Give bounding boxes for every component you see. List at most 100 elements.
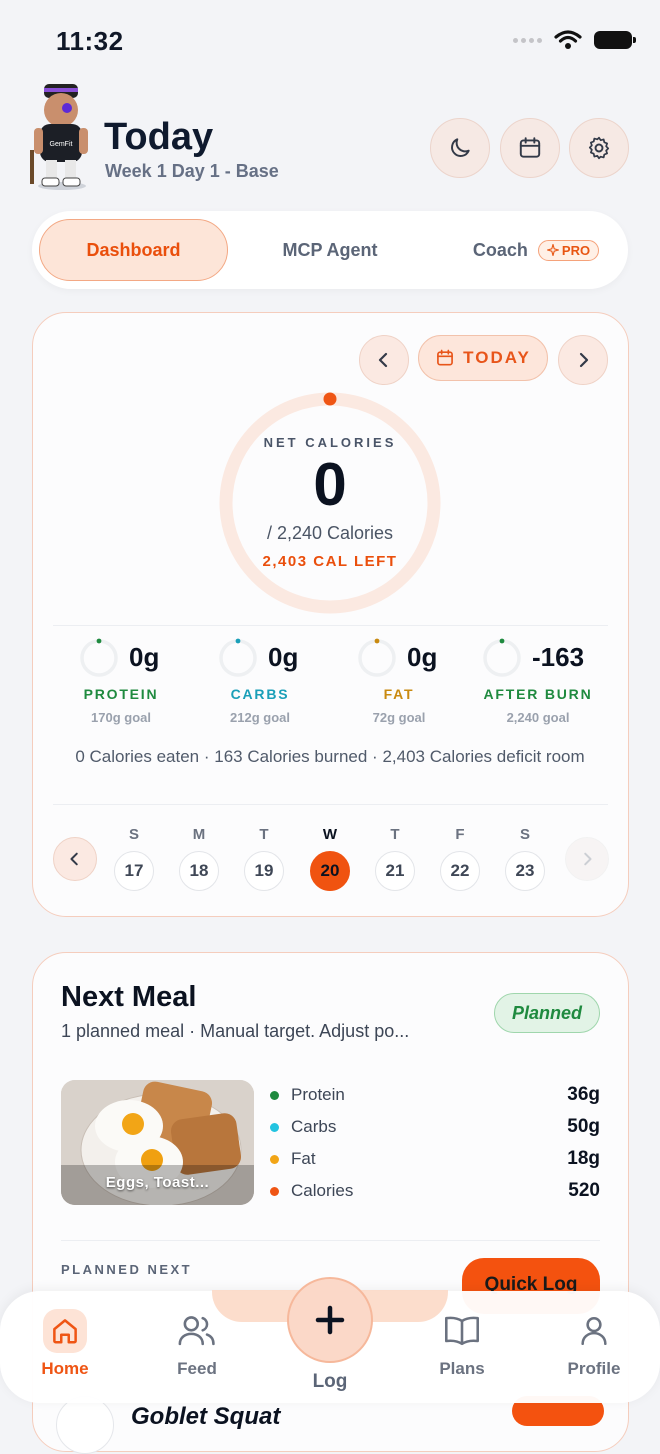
- fat-ring: [358, 638, 396, 677]
- nav-plans[interactable]: Plans: [412, 1309, 512, 1379]
- divider: [53, 804, 608, 805]
- chevron-right-icon: [579, 352, 589, 368]
- today-label: TODAY: [463, 348, 531, 367]
- nutrient-calories: Calories 520: [270, 1177, 600, 1205]
- protein-ring: [80, 638, 118, 677]
- day-number: 20: [310, 851, 350, 891]
- macro-value: 0g: [129, 642, 160, 672]
- divider: [61, 1240, 600, 1241]
- theme-toggle-button[interactable]: [430, 118, 490, 178]
- meal-status-badge: Planned: [494, 993, 600, 1033]
- nutrient-label: Calories: [291, 1181, 354, 1200]
- macro-name: FAT: [383, 686, 415, 702]
- divider: [53, 625, 608, 626]
- tab-mcp-agent[interactable]: MCP Agent: [260, 219, 400, 281]
- chevron-left-icon: [378, 352, 388, 368]
- tab-dashboard[interactable]: Dashboard: [39, 219, 228, 281]
- nav-home[interactable]: Home: [15, 1309, 115, 1379]
- nutrient-protein: Protein 36g: [270, 1081, 600, 1109]
- today-button[interactable]: TODAY: [418, 335, 548, 381]
- tab-dashboard-label: Dashboard: [86, 239, 181, 260]
- day-number: 22: [440, 851, 480, 891]
- after-burn-ring: [483, 638, 521, 677]
- mascot-avatar[interactable]: GemFit: [22, 80, 100, 192]
- calendar-button[interactable]: [500, 118, 560, 178]
- nav-profile[interactable]: Profile: [544, 1309, 644, 1379]
- nav-log-label: Log: [312, 1371, 348, 1392]
- meal-image[interactable]: Eggs, Toast...: [61, 1080, 254, 1205]
- day-friday[interactable]: F 22: [440, 826, 480, 891]
- user-icon: [581, 1316, 607, 1346]
- macro-name: CARBS: [230, 686, 290, 702]
- sparkle-icon: [546, 244, 559, 256]
- macro-name: PROTEIN: [83, 686, 159, 702]
- dumbbell-icon: [56, 1396, 114, 1454]
- battery-icon: [594, 31, 636, 49]
- day-letter: F: [455, 826, 465, 843]
- users-icon: [178, 1316, 215, 1346]
- nutrient-label: Carbs: [291, 1117, 337, 1136]
- day-saturday[interactable]: S 23: [505, 826, 545, 891]
- calendar-icon: [437, 349, 454, 366]
- page-subtitle: Week 1 Day 1 - Base: [105, 161, 279, 181]
- next-day-button[interactable]: [558, 335, 608, 385]
- plus-icon: [315, 1305, 345, 1335]
- planned-next-label: PLANNED NEXT: [61, 1262, 193, 1277]
- macro-name: AFTER BURN: [483, 686, 593, 702]
- protein-dot: [270, 1090, 279, 1100]
- day-number: 17: [114, 851, 154, 891]
- cellular-signal-icon: [513, 37, 542, 43]
- net-calories-label: NET CALORIES: [263, 435, 397, 450]
- day-tuesday[interactable]: T 19: [244, 826, 284, 891]
- meal-image-label: Eggs, Toast...: [105, 1174, 210, 1191]
- day-letter: T: [259, 826, 269, 843]
- ring-progress-marker: [323, 392, 337, 406]
- status-time: 11:32: [56, 26, 124, 56]
- exercise-title: Goblet Squat: [131, 1403, 281, 1430]
- fat-dot: [270, 1154, 279, 1164]
- day-monday[interactable]: M 18: [179, 826, 219, 891]
- gear-icon: [588, 136, 610, 160]
- nutrient-value: 18g: [567, 1148, 600, 1169]
- svg-text:GemFit: GemFit: [50, 141, 73, 148]
- day-number: 19: [244, 851, 284, 891]
- tab-mcp-agent-label: MCP Agent: [282, 239, 378, 260]
- macro-value: 0g: [268, 642, 299, 672]
- macro-value: 0g: [407, 642, 438, 672]
- day-number: 23: [505, 851, 545, 891]
- book-icon: [445, 1316, 479, 1346]
- day-number: 18: [179, 851, 219, 891]
- next-meal-title: Next Meal: [61, 981, 197, 1013]
- macro-goal: 2,240 goal: [506, 710, 570, 725]
- page-title: Today: [104, 116, 214, 158]
- main-tabs: Dashboard MCP Agent Coach PRO: [32, 211, 628, 289]
- next-week-button[interactable]: [565, 837, 609, 881]
- nutrient-carbs: Carbs 50g: [270, 1113, 600, 1141]
- chevron-right-icon: [584, 852, 592, 866]
- macro-value: -163: [532, 642, 585, 672]
- nav-home-label: Home: [41, 1359, 89, 1378]
- net-calories-value: 0: [313, 451, 347, 518]
- carbs-dot: [270, 1122, 279, 1132]
- nav-feed[interactable]: Feed: [147, 1309, 247, 1379]
- calendar-icon: [519, 137, 541, 158]
- day-wednesday[interactable]: W 20: [310, 826, 350, 891]
- status-indicators: [513, 30, 636, 50]
- moon-icon: [451, 138, 470, 157]
- tab-coach[interactable]: Coach PRO: [446, 219, 626, 281]
- settings-button[interactable]: [569, 118, 629, 178]
- nutrient-label: Protein: [291, 1085, 345, 1104]
- day-thursday[interactable]: T 21: [375, 826, 415, 891]
- previous-week-button[interactable]: [53, 837, 97, 881]
- nav-feed-label: Feed: [177, 1359, 217, 1378]
- day-sunday[interactable]: S 17: [114, 826, 154, 891]
- log-button[interactable]: [287, 1277, 373, 1363]
- nav-plans-label: Plans: [439, 1359, 485, 1378]
- nutrient-value: 50g: [567, 1116, 600, 1137]
- macro-goal: 170g goal: [91, 710, 151, 725]
- home-icon: [53, 1319, 77, 1344]
- macro-goal: 72g goal: [372, 710, 426, 725]
- previous-day-button[interactable]: [359, 335, 409, 385]
- calories-left: 2,403 CAL LEFT: [262, 553, 398, 570]
- macro-goal: 212g goal: [230, 710, 290, 725]
